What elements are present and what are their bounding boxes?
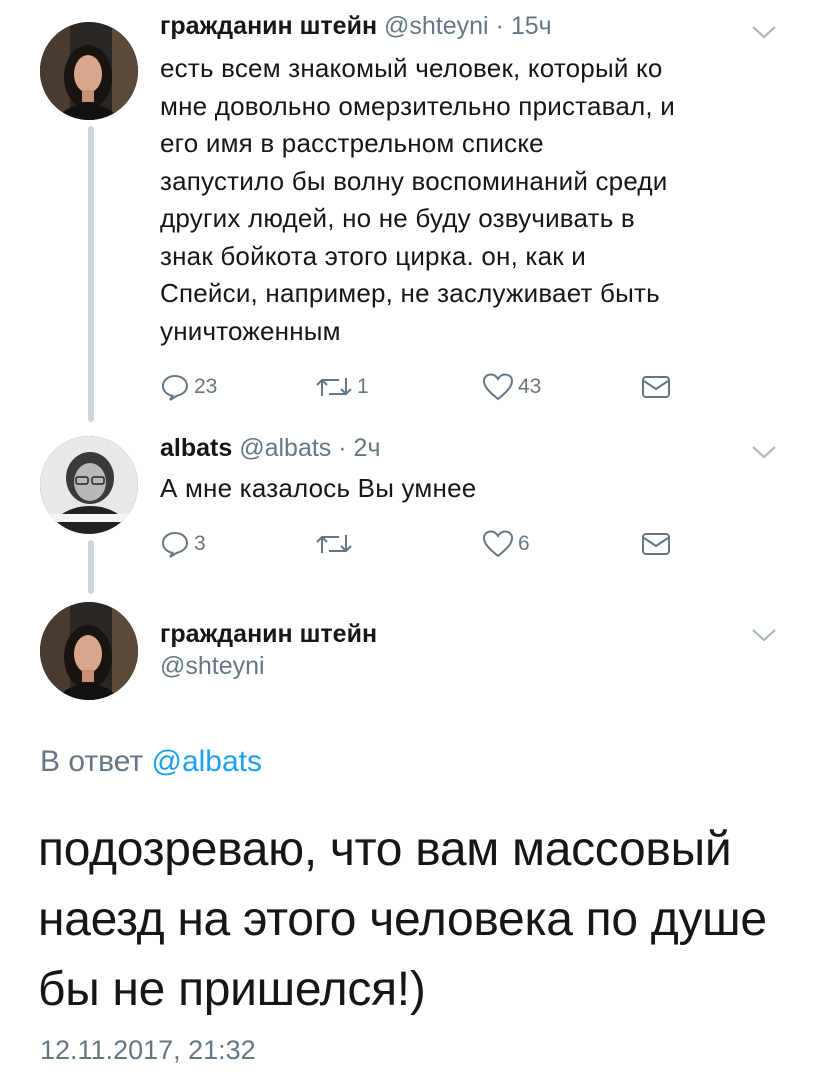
avatar-image xyxy=(40,436,138,534)
tweet-header: гражданин штейн @shteyni · 15ч xyxy=(160,12,552,41)
like-button[interactable]: 43 xyxy=(482,369,541,405)
chevron-down-icon[interactable] xyxy=(751,627,777,643)
retweet-count: 1 xyxy=(357,375,369,398)
tweet-time[interactable]: 2ч xyxy=(354,434,381,462)
avatar-albats[interactable] xyxy=(40,436,138,534)
retweet-icon xyxy=(316,378,352,396)
tweet-time[interactable]: 15ч xyxy=(511,12,552,40)
tweet-text: А мне казалось Вы умнее xyxy=(160,470,780,508)
avatar-image xyxy=(40,22,138,120)
message-icon xyxy=(642,376,670,398)
separator: · xyxy=(338,434,347,462)
chevron-down-icon[interactable] xyxy=(751,444,777,460)
tweet-text-line: других людей, но не буду озвучивать в xyxy=(160,203,635,233)
tweet-text-line: наезд на этого человека по душе xyxy=(38,893,767,946)
tweet-text-line: А мне казалось Вы умнее xyxy=(160,473,477,503)
reply-context: В ответ @albats xyxy=(40,745,262,779)
chevron-down-icon[interactable] xyxy=(751,24,777,40)
tweet-text-line: знак бойкота этого цирка. он, как и xyxy=(160,240,586,271)
tweet-text-line: мне довольно омерзительно приставал, и xyxy=(160,90,675,121)
avatar-shteyni[interactable] xyxy=(40,22,138,120)
reply-button[interactable]: 23 xyxy=(160,369,217,405)
thread-line xyxy=(88,126,94,422)
tweet-text: есть всем знакомый человек, который ко м… xyxy=(160,50,780,350)
avatar-shteyni[interactable] xyxy=(40,602,138,700)
like-icon xyxy=(482,530,514,558)
retweet-button[interactable]: 1 xyxy=(315,369,369,405)
reply-count: 23 xyxy=(194,375,218,398)
reply-icon xyxy=(161,531,189,558)
main-tweet-text: подозреваю, что вам массовый наезд на эт… xyxy=(38,815,778,1025)
thread-line xyxy=(88,540,94,594)
reply-prefix: В ответ xyxy=(40,745,144,778)
reply-button[interactable]: 3 xyxy=(160,526,206,562)
message-icon xyxy=(642,533,670,555)
separator: · xyxy=(495,12,504,40)
display-name[interactable]: гражданин штейн xyxy=(160,12,377,40)
tweet-actions: 3 6 xyxy=(160,526,720,562)
tweet-header: albats @albats · 2ч xyxy=(160,434,380,463)
user-handle[interactable]: @albats xyxy=(239,434,331,462)
display-name[interactable]: albats xyxy=(160,434,232,462)
like-count: 6 xyxy=(518,532,530,555)
user-handle[interactable]: @shteyni xyxy=(384,12,489,40)
tweet-text-line: его имя в расстрельном списке xyxy=(160,128,544,158)
tweet-text-line: уничтоженным xyxy=(160,315,341,346)
like-icon xyxy=(482,373,514,401)
retweet-button[interactable] xyxy=(315,526,357,562)
tweet-text-line: запустило бы волну воспоминаний среди xyxy=(160,165,668,196)
like-button[interactable]: 6 xyxy=(482,526,530,562)
avatar-image xyxy=(40,602,138,700)
message-button[interactable] xyxy=(640,526,672,562)
tweet-text-line: есть всем знакомый человек, который ко xyxy=(160,53,663,83)
tweet-actions: 23 1 43 xyxy=(160,369,720,405)
tweet-text-line: бы не пришелся!) xyxy=(38,963,426,1016)
user-handle[interactable]: @shteyni xyxy=(160,652,265,681)
display-name[interactable]: гражданин штейн xyxy=(160,620,377,649)
tweet-text-line: Спейси, например, не заслуживает быть xyxy=(160,278,660,308)
tweet-timestamp[interactable]: 12.11.2017, 21:32 xyxy=(40,1035,256,1066)
like-count: 43 xyxy=(518,375,542,398)
reply-icon xyxy=(161,374,189,401)
message-button[interactable] xyxy=(640,369,672,405)
retweet-icon xyxy=(316,535,352,553)
tweet-text-line: подозреваю, что вам массовый xyxy=(38,823,732,876)
reply-mention-link[interactable]: @albats xyxy=(151,745,262,778)
reply-count: 3 xyxy=(194,532,206,555)
